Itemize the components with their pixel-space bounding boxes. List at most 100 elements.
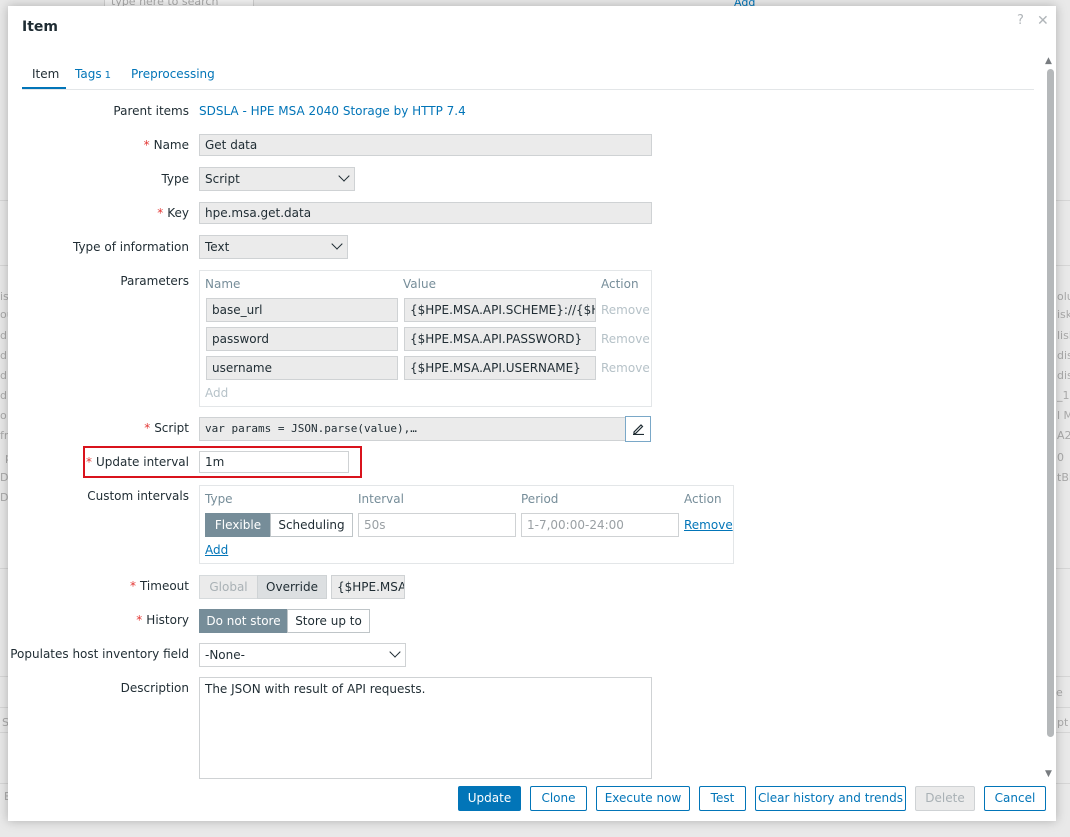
parameter-value-input[interactable]: {$HPE.MSA.API.SCHEME}://{$HPE [404, 298, 596, 322]
parameter-remove-link[interactable]: Remove [601, 361, 650, 375]
pencil-icon [633, 424, 644, 435]
parameter-name-input[interactable]: password [206, 327, 398, 351]
tab-tags[interactable]: Tags 1 [75, 67, 111, 89]
background-fragment: olu [1057, 290, 1070, 303]
key-label: * Key [157, 206, 189, 220]
required-marker: * [129, 579, 136, 593]
name-label-text: Name [153, 138, 189, 152]
interval-add-link[interactable]: Add [205, 543, 228, 557]
parameters-label: Parameters [120, 274, 189, 288]
clear-history-button[interactable]: Clear history and trends [755, 786, 906, 811]
tab-item[interactable]: Item [22, 67, 66, 89]
close-icon[interactable]: ✕ [1037, 13, 1049, 29]
required-marker: * [144, 421, 151, 435]
tab-label: Preprocessing [131, 67, 215, 81]
scroll-down-arrow-icon[interactable]: ▼ [1045, 769, 1052, 779]
inventory-field-value: -None- [205, 648, 245, 662]
type-of-information-value: Text [205, 240, 230, 254]
tab-count-badge: 1 [104, 70, 111, 81]
custom-intervals-label: Custom intervals [87, 489, 189, 503]
interval-input[interactable]: 50s [358, 513, 516, 537]
execute-now-button[interactable]: Execute now [596, 786, 690, 811]
parameter-name-input[interactable]: username [206, 356, 398, 380]
clone-button[interactable]: Clone [530, 786, 587, 811]
column-header-name: Name [205, 277, 241, 291]
parameter-name-input[interactable]: base_url [206, 298, 398, 322]
timeout-global-toggle[interactable]: Global [199, 575, 258, 599]
background-fragment: pt [1057, 716, 1069, 729]
history-label-text: History [146, 613, 189, 627]
script-label: * Script [144, 421, 189, 435]
tab-bar: Item Tags 1 Preprocessing [22, 61, 1034, 90]
column-header-type: Type [205, 492, 233, 506]
background-fragment: _1 [1057, 389, 1070, 402]
type-of-information-select[interactable]: Text [199, 235, 348, 259]
parameter-value-input[interactable]: {$HPE.MSA.API.USERNAME} [404, 356, 596, 380]
background-fragment: disk [1057, 349, 1070, 362]
parameter-value-input[interactable]: {$HPE.MSA.API.PASSWORD} [404, 327, 596, 351]
dialog-scrollbar[interactable]: ▲ ▼ [1044, 56, 1056, 782]
custom-intervals-table: Type Interval Period Action Flexible Sch… [199, 485, 734, 564]
history-label: * History [136, 613, 189, 627]
background-fragment: e [1056, 686, 1063, 699]
help-icon[interactable]: ? [1017, 13, 1024, 28]
required-marker: * [157, 206, 164, 220]
required-marker: * [85, 455, 92, 469]
scroll-up-arrow-icon[interactable]: ▲ [1045, 56, 1052, 66]
parameter-remove-link[interactable]: Remove [601, 303, 650, 317]
tab-preprocessing[interactable]: Preprocessing [131, 67, 215, 89]
update-interval-input[interactable]: 1m [199, 451, 349, 473]
background-fragment: o [0, 409, 7, 422]
type-select[interactable]: Script [199, 167, 355, 191]
parameter-add-link[interactable]: Add [205, 386, 228, 400]
column-header-action: Action [684, 492, 722, 506]
type-of-information-label: Type of information [72, 240, 189, 254]
column-header-interval: Interval [358, 492, 404, 506]
background-fragment: tBl [1057, 471, 1070, 484]
script-label-text: Script [154, 421, 189, 435]
timeout-override-toggle[interactable]: Override [257, 575, 327, 599]
test-button[interactable]: Test [699, 786, 746, 811]
inventory-field-label: Populates host inventory field [10, 647, 189, 661]
script-edit-button[interactable] [625, 416, 651, 442]
key-input[interactable]: hpe.msa.get.data [199, 202, 652, 224]
key-label-text: Key [167, 206, 189, 220]
delete-button: Delete [915, 786, 975, 811]
timeout-label-text: Timeout [139, 579, 189, 593]
chevron-down-icon [331, 238, 343, 250]
description-label: Description [120, 681, 189, 695]
interval-remove-link[interactable]: Remove [684, 518, 733, 532]
scheduling-toggle[interactable]: Scheduling [270, 513, 353, 537]
parameters-table: Name Value Action base_url {$HPE.MSA.API… [199, 270, 652, 407]
dialog-title: Item [22, 19, 58, 35]
column-header-action: Action [601, 277, 639, 291]
history-store-up-to-toggle[interactable]: Store up to [287, 609, 370, 633]
update-button[interactable]: Update [458, 786, 521, 811]
required-marker: * [143, 138, 150, 152]
background-fragment: isk [1057, 308, 1070, 321]
update-interval-label: * Update interval [86, 455, 189, 469]
dialog-footer: Update Clone Execute now Test Clear hist… [8, 783, 1056, 821]
description-textarea[interactable]: The JSON with result of API requests. [199, 677, 652, 779]
history-do-not-store-toggle[interactable]: Do not store [199, 609, 288, 633]
type-label: Type [161, 172, 189, 186]
item-dialog: Item ? ✕ ▲ ▼ Item Tags 1 Preprocessing Pa… [8, 6, 1056, 821]
script-input[interactable]: var params = JSON.parse(value),… [199, 417, 626, 441]
background-fragment: disk [1057, 369, 1070, 382]
period-input[interactable]: 1-7,00:00-24:00 [521, 513, 679, 537]
timeout-input[interactable]: {$HPE.MSA [331, 575, 405, 599]
background-fragment: l M [1057, 409, 1070, 422]
background-fragment: lisk [1057, 329, 1070, 342]
cancel-button[interactable]: Cancel [984, 786, 1046, 811]
column-header-period: Period [521, 492, 559, 506]
scrollbar-thumb[interactable] [1047, 69, 1054, 737]
parent-items-link[interactable]: SDSLA - HPE MSA 2040 Storage by HTTP 7.4 [199, 104, 466, 118]
parameter-remove-link[interactable]: Remove [601, 332, 650, 346]
background-fragment: 0 [1057, 451, 1064, 464]
update-interval-label-text: Update interval [95, 455, 189, 469]
required-marker: * [136, 613, 143, 627]
inventory-field-select[interactable]: -None- [199, 643, 406, 667]
name-input[interactable]: Get data [199, 134, 652, 156]
flexible-toggle[interactable]: Flexible [205, 513, 271, 537]
name-label: * Name [144, 138, 189, 152]
